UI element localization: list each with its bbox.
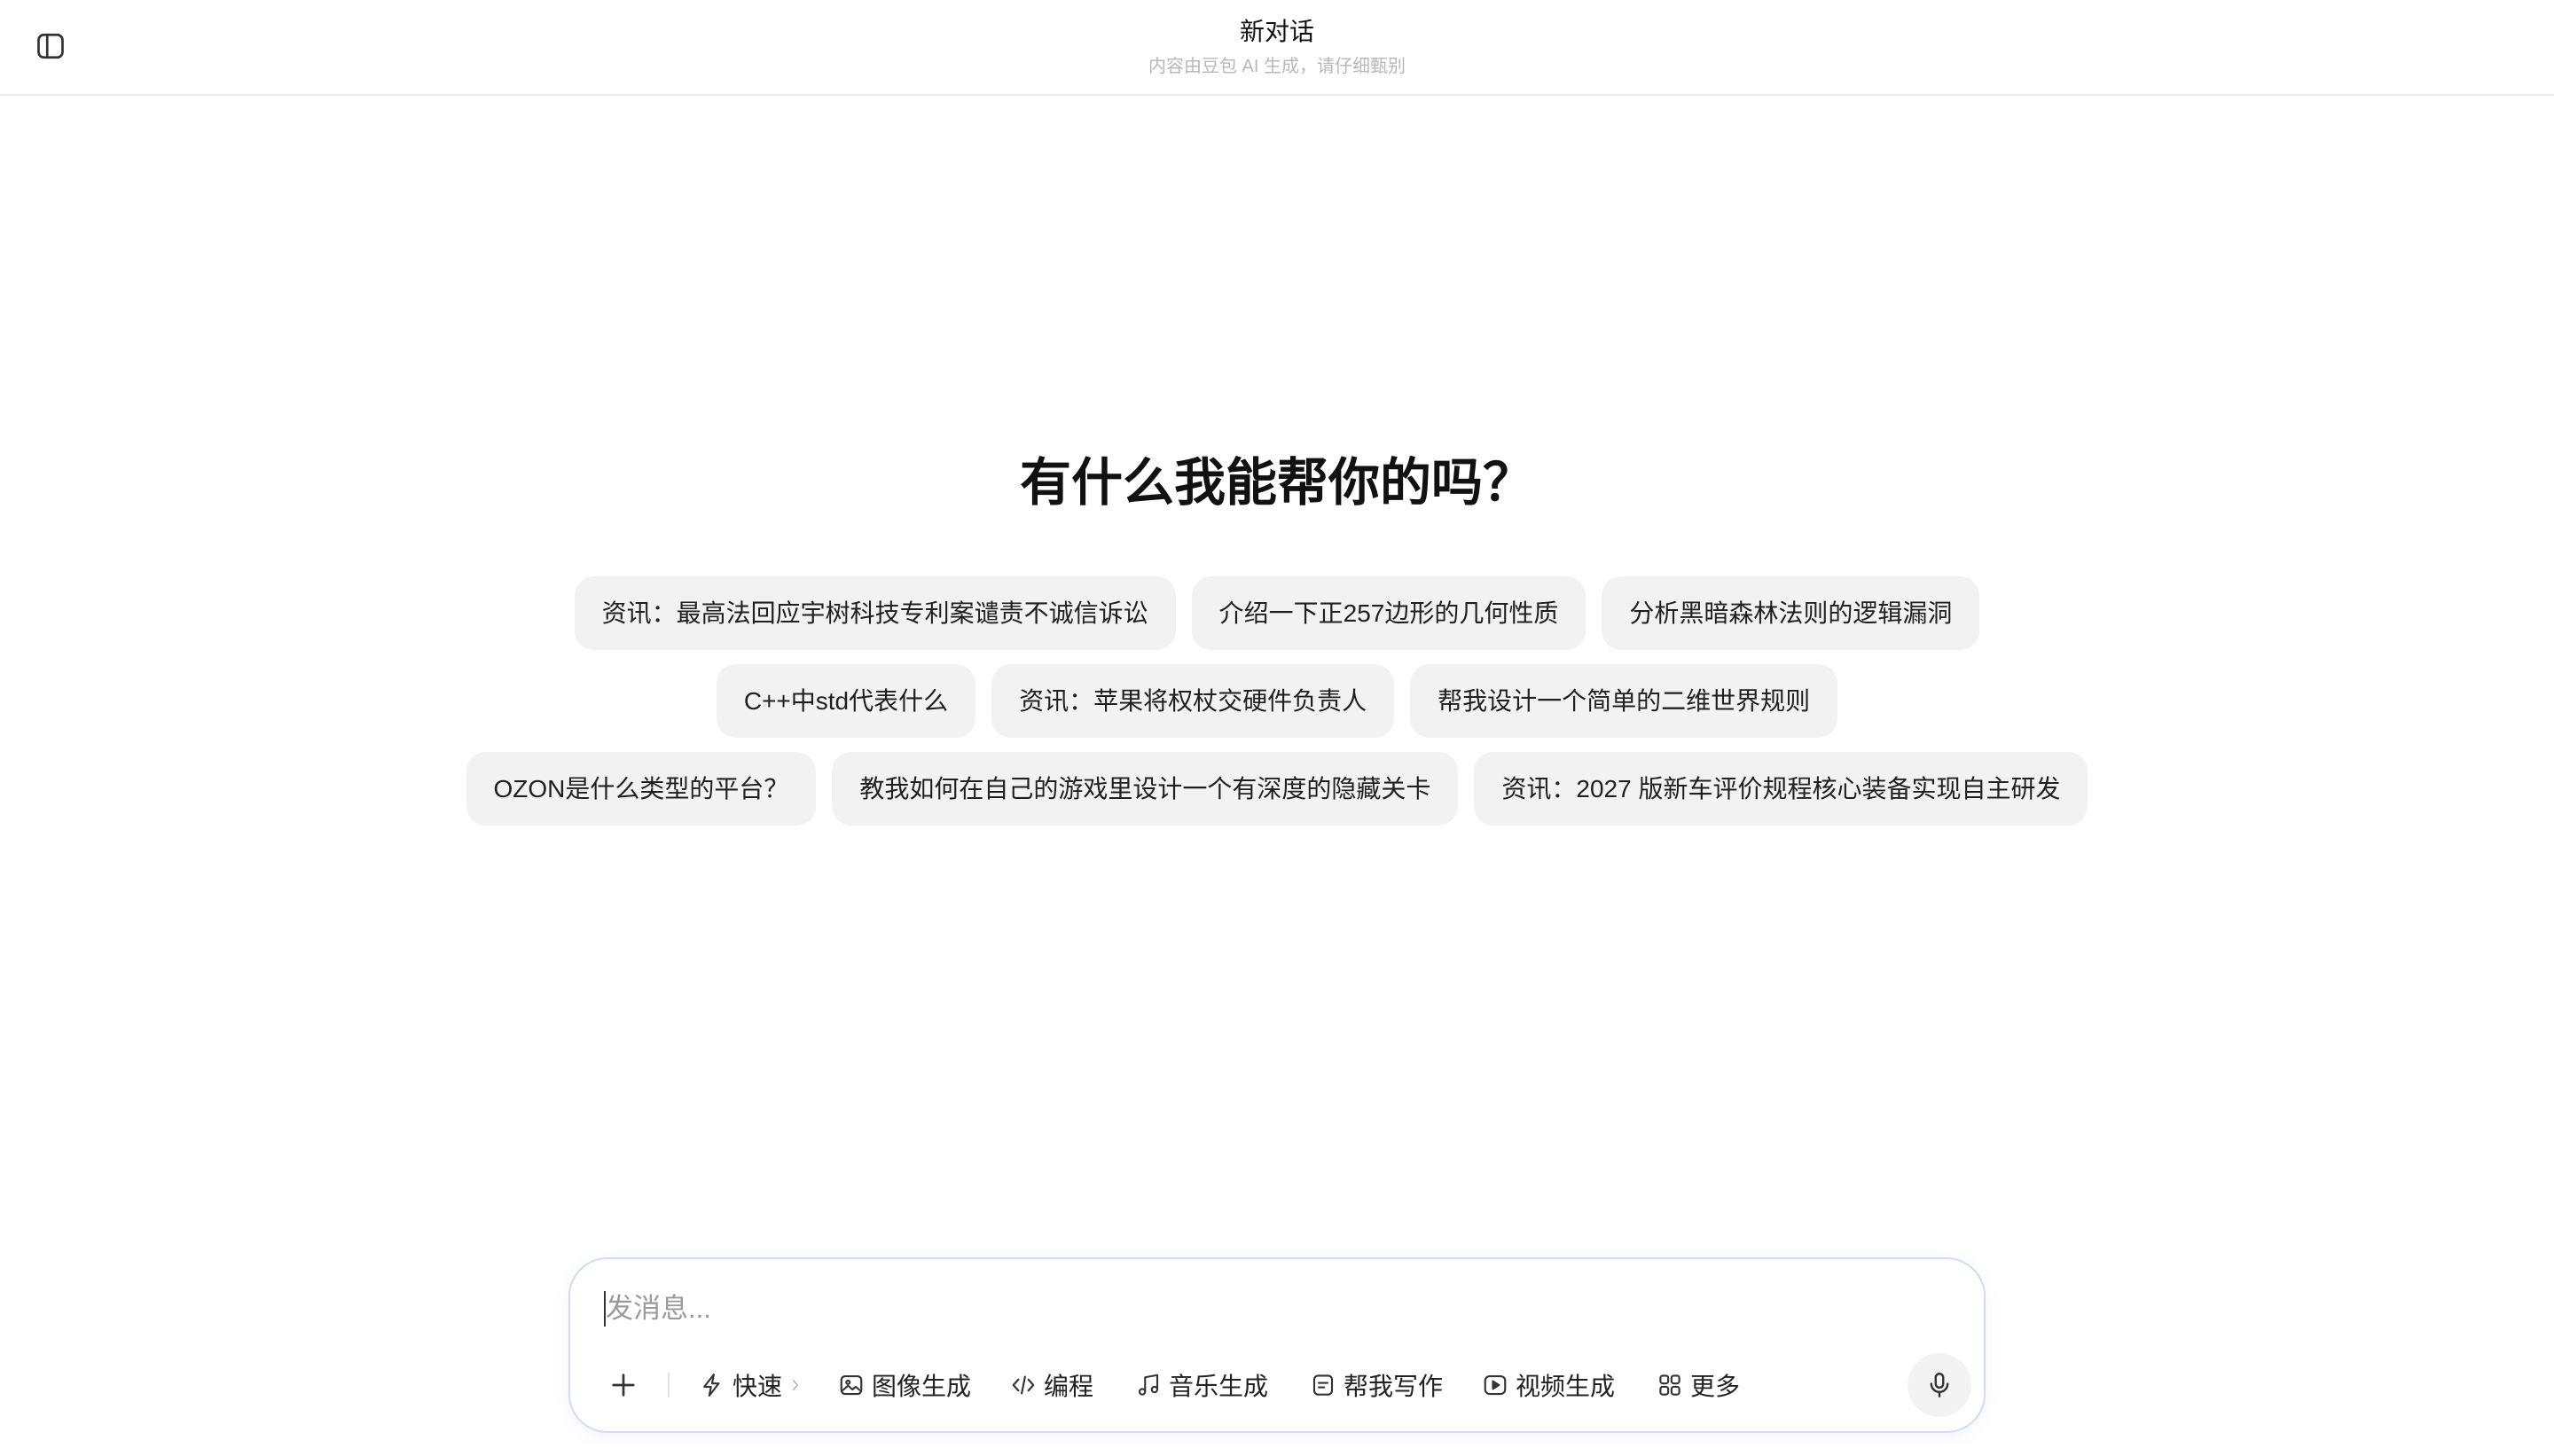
suggestion-row: OZON是什么类型的平台？ 教我如何在自己的游戏里设计一个有深度的隐藏关卡 资讯… [466,752,2088,826]
suggestion-list: 资讯：最高法回应宇树科技专利案谴责不诚信诉讼 介绍一下正257边形的几何性质 分… [0,576,2554,826]
document-icon [1312,1374,1334,1396]
suggestion-row: 资讯：最高法回应宇树科技专利案谴责不诚信诉讼 介绍一下正257边形的几何性质 分… [574,576,1980,650]
coding-button[interactable]: 编程 [1010,1366,1093,1405]
voice-input-button[interactable] [1908,1353,1971,1417]
image-icon [840,1374,863,1396]
music-generation-button[interactable]: 音乐生成 [1135,1366,1268,1405]
writing-button[interactable]: 帮我写作 [1310,1366,1443,1405]
writing-label: 帮我写作 [1344,1373,1444,1400]
plus-icon [612,1374,635,1397]
message-composer: 快速 图像生成 编程 [568,1257,1986,1433]
suggestion-chip[interactable]: OZON是什么类型的平台？ [466,752,817,826]
play-icon [1484,1374,1507,1396]
page: 新对话 内容由豆包 AI 生成，请仔细甄别 有什么我能帮你的吗？ 资讯：最高法回… [0,0,2554,1456]
suggestion-chip[interactable]: 帮我设计一个简单的二维世界规则 [1410,664,1838,738]
suggestion-chip[interactable]: 介绍一下正257边形的几何性质 [1191,576,1586,650]
header: 新对话 内容由豆包 AI 生成，请仔细甄别 [0,0,2554,96]
suggestion-chip[interactable]: 资讯：2027 版新车评价规程核心装备实现自主研发 [1474,752,2088,826]
fast-mode-button[interactable]: 快速 [699,1366,803,1405]
suggestion-chip[interactable]: 资讯：苹果将权杖交硬件负责人 [991,664,1395,738]
coding-label: 编程 [1044,1373,1094,1400]
message-input[interactable] [606,1288,1936,1330]
suggestion-chip[interactable]: 分析黑暗森林法则的逻辑漏洞 [1602,576,1980,650]
welcome-heading: 有什么我能帮你的吗？ [1019,454,1534,512]
ai-disclaimer: 内容由豆包 AI 生成，请仔细甄别 [1148,57,1406,76]
suggestion-chip[interactable]: C++中std代表什么 [716,664,976,738]
grid-icon [1659,1374,1680,1396]
more-tools-label: 更多 [1690,1373,1741,1400]
image-generation-label: 图像生成 [872,1373,972,1400]
music-note-icon [1138,1374,1159,1396]
chevron-right-icon [782,1371,803,1399]
more-tools-button[interactable]: 更多 [1657,1366,1740,1405]
music-generation-label: 音乐生成 [1169,1373,1269,1400]
code-icon [1012,1375,1035,1395]
toolbar-divider [668,1373,670,1397]
attach-button[interactable] [604,1366,643,1405]
suggestion-chip[interactable]: 教我如何在自己的游戏里设计一个有深度的隐藏关卡 [832,752,1459,826]
fast-mode-label: 快速 [733,1373,783,1400]
lightning-icon [703,1374,720,1397]
suggestion-row: C++中std代表什么 资讯：苹果将权杖交硬件负责人 帮我设计一个简单的二维世界… [716,664,1838,738]
video-generation-button[interactable]: 视频生成 [1482,1366,1615,1405]
image-generation-button[interactable]: 图像生成 [838,1366,971,1405]
conversation-title: 新对话 [1239,18,1314,45]
microphone-icon [1930,1373,1949,1397]
suggestion-chip[interactable]: 资讯：最高法回应宇树科技专利案谴责不诚信诉讼 [574,576,1176,650]
video-generation-label: 视频生成 [1516,1373,1616,1400]
